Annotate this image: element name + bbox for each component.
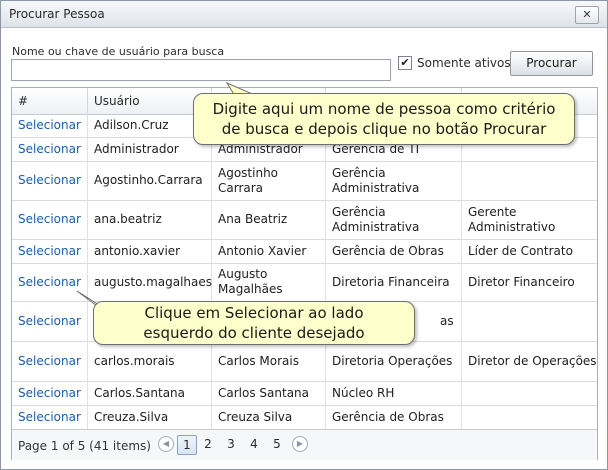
only-active-label[interactable]: Somente ativos [417, 56, 511, 70]
cell-role [462, 405, 597, 429]
select-link[interactable]: Selecionar [12, 405, 88, 429]
cell-role: Gerente Administrativo [468, 204, 556, 234]
select-link[interactable]: Selecionar [12, 239, 88, 263]
cell-department: Gerência de Obras [326, 239, 462, 263]
search-label: Nome ou chave de usuário para busca [12, 45, 225, 58]
cell-department: Diretoria Financeira [326, 263, 462, 301]
cell-name: Carlos Santana [212, 381, 326, 405]
pager: Page 1 of 5 (41 items) ◀ 1 2 3 4 5 ▶ [12, 429, 597, 460]
table-row: Selecionar Carlos.Santana Carlos Santana… [12, 381, 597, 406]
table-row: Selecionar Creuza.Silva Creuza Silva Ger… [12, 405, 597, 430]
table-row: Selecionar carlos.morais Carlos Morais D… [12, 341, 597, 382]
search-button[interactable]: Procurar [510, 51, 593, 76]
cell-user: carlos.morais [88, 341, 212, 381]
cell-department: Gerência Administrativa [326, 161, 462, 200]
select-link[interactable]: Selecionar [12, 200, 88, 239]
select-link[interactable]: Selecionar [12, 341, 88, 381]
cell-name: Antonio Xavier [212, 239, 326, 263]
page-5-button[interactable]: 5 [268, 435, 286, 453]
cell-name: Agostinho Carrara [212, 161, 326, 200]
next-page-icon[interactable]: ▶ [292, 436, 308, 452]
cell-user: antonio.xavier [88, 239, 212, 263]
cell-user: ana.beatriz [88, 200, 212, 239]
cell-name: Creuza Silva [212, 405, 326, 429]
cell-name: Carlos Morais [212, 341, 326, 381]
cell-role: Diretor de Operações [468, 353, 597, 368]
pager-info: Page 1 of 5 (41 items) [18, 439, 151, 453]
page-2-button[interactable]: 2 [199, 435, 217, 453]
select-link[interactable]: Selecionar [12, 114, 88, 137]
column-header-index[interactable]: # [12, 88, 88, 114]
table-row: Selecionar antonio.xavier Antonio Xavier… [12, 239, 597, 264]
only-active-checkbox[interactable]: ✔ [398, 56, 412, 70]
search-input[interactable] [11, 59, 391, 81]
cell-department: Núcleo RH [326, 381, 462, 405]
cell-name: Augusto Magalhães [212, 263, 326, 301]
cell-user: Administrador [88, 137, 212, 161]
table-row: Selecionar Agostinho.Carrara Agostinho C… [12, 161, 597, 201]
select-link[interactable]: Selecionar [12, 137, 88, 161]
page-3-button[interactable]: 3 [222, 435, 240, 453]
cell-role [462, 161, 597, 200]
cell-role: Líder de Contrato [468, 243, 573, 258]
close-icon[interactable]: ✕ [575, 6, 599, 24]
cell-user: Carlos.Santana [88, 381, 212, 405]
cell-department: Gerência de Obras [326, 405, 462, 429]
select-hint-callout: Clique em Selecionar ao lado esquerdo do… [93, 301, 415, 345]
cell-department: Gerência Administrativa [326, 200, 462, 239]
page-1-button[interactable]: 1 [177, 435, 197, 455]
select-link[interactable]: Selecionar [12, 381, 88, 405]
cell-role [462, 301, 597, 341]
cell-name: Ana Beatriz [212, 200, 326, 239]
table-row: Selecionar ana.beatriz Ana Beatriz Gerên… [12, 200, 597, 240]
window-title: Procurar Pessoa [9, 7, 105, 21]
cell-user: Creuza.Silva [88, 405, 212, 429]
cell-role: Diretor Financeiro [468, 274, 575, 289]
search-person-dialog: Procurar Pessoa ✕ Nome ou chave de usuár… [0, 0, 608, 470]
previous-page-icon[interactable]: ◀ [158, 436, 174, 452]
page-4-button[interactable]: 4 [245, 435, 263, 453]
cell-user: Agostinho.Carrara [88, 161, 212, 200]
select-link[interactable]: Selecionar [12, 161, 88, 200]
title-bar[interactable]: Procurar Pessoa ✕ [1, 1, 607, 28]
search-hint-callout: Digite aqui um nome de pessoa como crité… [193, 93, 575, 145]
cell-role [462, 381, 597, 405]
cell-department: Diretoria Operações [326, 341, 462, 381]
